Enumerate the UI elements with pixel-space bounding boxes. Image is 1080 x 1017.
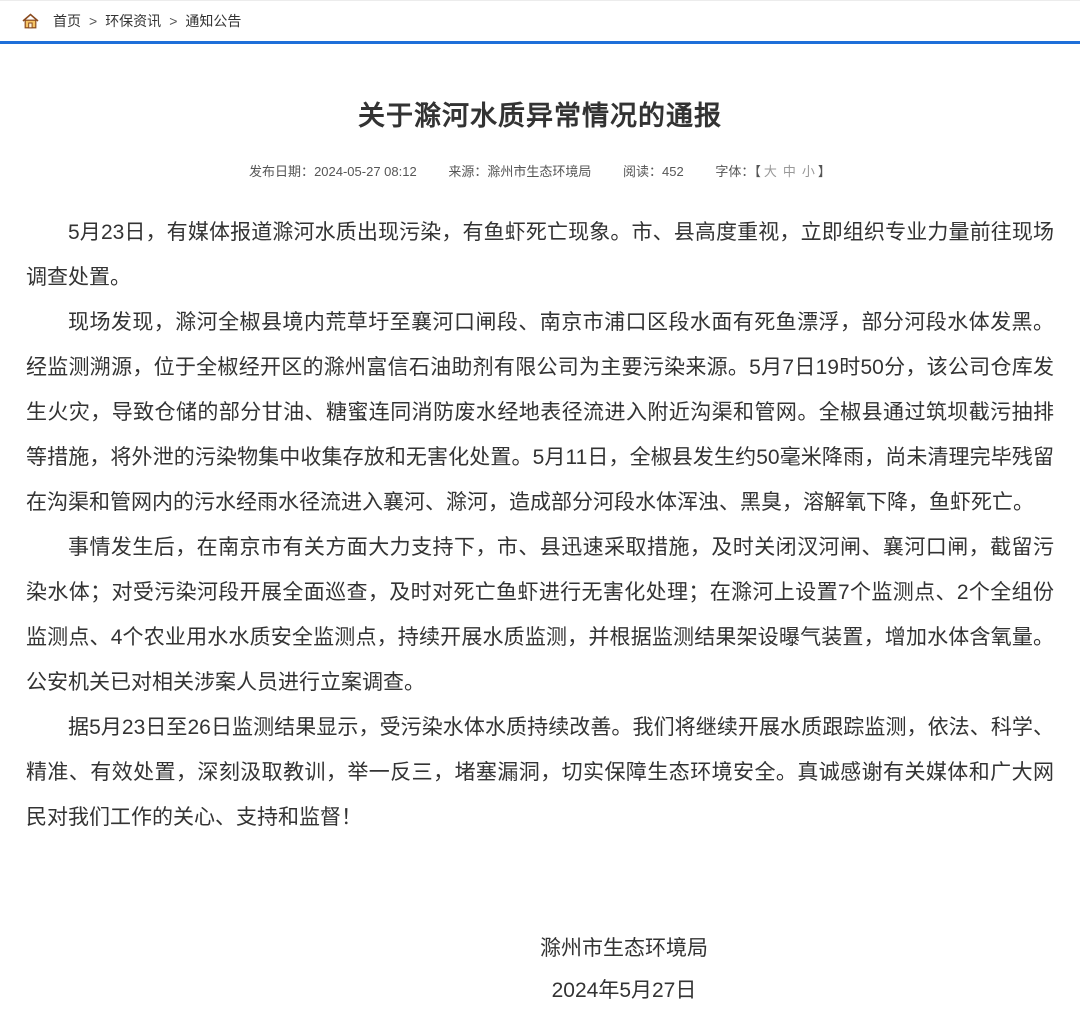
breadcrumb: 首页 > 环保资讯 > 通知公告 [0, 0, 1080, 44]
signature-org: 滁州市生态环境局 [194, 928, 1054, 970]
view-count-label: 阅读： [623, 164, 662, 179]
paragraph-4: 据5月23日至26日监测结果显示，受污染水体水质持续改善。我们将继续开展水质跟踪… [26, 705, 1054, 840]
paragraph-1: 5月23日，有媒体报道滁河水质出现污染，有鱼虾死亡现象。市、县高度重视，立即组织… [26, 210, 1054, 300]
article: 关于滁河水质异常情况的通报 发布日期：2024-05-27 08:12 来源：滁… [0, 44, 1080, 1012]
publish-date-label: 发布日期： [249, 164, 314, 179]
paragraph-3: 事情发生后，在南京市有关方面大力支持下，市、县迅速采取措施，及时关闭汊河闸、襄河… [26, 525, 1054, 705]
breadcrumb-separator: > [169, 13, 177, 29]
paragraph-2: 现场发现，滁河全椒县境内荒草圩至襄河口闸段、南京市浦口区段水面有死鱼漂浮，部分河… [26, 300, 1054, 525]
signature-date: 2024年5月27日 [194, 970, 1054, 1012]
breadcrumb-item-notices[interactable]: 通知公告 [185, 11, 241, 31]
source: 来源：滁州市生态环境局 [448, 164, 591, 179]
font-size-large-button[interactable]: 大 [764, 164, 777, 179]
font-bracket-open: 【 [754, 164, 761, 179]
home-icon[interactable] [22, 13, 39, 29]
page-title: 关于滁河水质异常情况的通报 [26, 44, 1054, 133]
font-bracket-close: 】 [818, 164, 831, 179]
font-size-label: 字体： [715, 164, 754, 179]
breadcrumb-item-env-news[interactable]: 环保资讯 [105, 11, 161, 31]
publish-date: 发布日期：2024-05-27 08:12 [249, 164, 417, 179]
breadcrumb-item-home[interactable]: 首页 [53, 11, 81, 31]
view-count-value: 452 [662, 164, 684, 179]
publish-date-value: 2024-05-27 08:12 [314, 164, 417, 179]
article-meta: 发布日期：2024-05-27 08:12 来源：滁州市生态环境局 阅读：452… [26, 161, 1054, 180]
view-count: 阅读：452 [623, 164, 684, 179]
source-label: 来源： [448, 164, 487, 179]
font-size-medium-button[interactable]: 中 [783, 164, 796, 179]
font-size-small-button[interactable]: 小 [802, 164, 815, 179]
font-size-control: 字体：【大中小】 [715, 164, 831, 179]
source-value: 滁州市生态环境局 [487, 164, 591, 179]
article-body: 5月23日，有媒体报道滁河水质出现污染，有鱼虾死亡现象。市、县高度重视，立即组织… [26, 210, 1054, 840]
breadcrumb-separator: > [89, 13, 97, 29]
signature-block: 滁州市生态环境局 2024年5月27日 [26, 928, 1054, 1012]
